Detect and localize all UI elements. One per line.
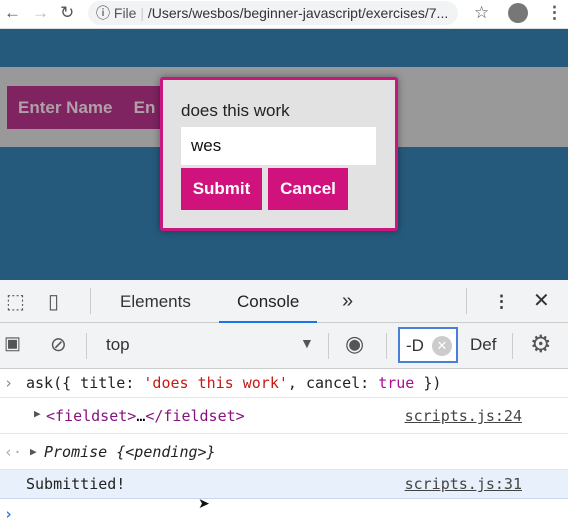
source-link[interactable]: scripts.js:24 (405, 407, 522, 425)
inspect-icon[interactable]: ⬚ (6, 289, 25, 314)
tab-console[interactable]: Console (219, 280, 318, 323)
reload-icon[interactable]: ↻ (60, 3, 74, 23)
settings-gear-icon[interactable]: ⚙ (530, 330, 552, 359)
tab-elements[interactable]: Elements (120, 280, 191, 323)
kebab-menu-icon[interactable]: ⋮ (493, 280, 510, 323)
star-icon[interactable]: ☆ (474, 3, 489, 23)
mouse-cursor-icon: ➤ (198, 495, 210, 511)
console-command: ask({ title: 'does this work', cancel: t… (26, 374, 442, 392)
info-icon: ⓘ (96, 5, 110, 21)
input-chevron-icon: › (4, 374, 14, 392)
log-levels-select[interactable]: Def (470, 335, 496, 355)
close-icon[interactable]: ✕ (533, 280, 550, 323)
file-label: File (113, 5, 137, 21)
address-bar[interactable]: ⓘ File | /Users/wesbos/beginner-javascri… (88, 1, 458, 25)
modal-title: does this work (181, 101, 290, 120)
devtools-tabbar: ⬚ ▯ Elements Console » ⋮ ✕ (0, 280, 568, 323)
avatar[interactable] (508, 3, 528, 23)
eye-icon[interactable]: ◉ (345, 331, 364, 357)
more-tabs-icon[interactable]: » (342, 280, 353, 323)
submit-button[interactable]: Submit (181, 168, 262, 210)
clear-filter-icon[interactable]: ✕ (432, 336, 452, 356)
console-input-line: › ask({ title: 'does this work', cancel:… (0, 369, 568, 398)
context-select[interactable]: top (106, 335, 130, 355)
console-log-submitted: Submittied! scripts.js:31 (0, 470, 568, 499)
console-return-line[interactable]: ‹· ▶ Promise {<pending>} (0, 434, 568, 470)
browser-toolbar: ← → ↻ ⓘ File | /Users/wesbos/beginner-ja… (0, 0, 568, 29)
return-arrow-icon: ‹· (4, 443, 23, 461)
cancel-button[interactable]: Cancel (268, 168, 348, 210)
expand-triangle-icon[interactable]: ▶ (34, 407, 41, 420)
back-icon[interactable]: ← (4, 3, 21, 23)
enter-name-button[interactable]: Enter Name (7, 86, 124, 129)
source-link[interactable]: scripts.js:31 (405, 475, 522, 493)
console-toolbar: ▣ ⊘ top ▼ ◉ -D ✕ Def ⚙ (0, 323, 568, 369)
sidebar-toggle-icon[interactable]: ▣ (4, 333, 21, 354)
modal-input[interactable] (181, 127, 376, 165)
expand-triangle-icon[interactable]: ▶ (30, 445, 37, 458)
console-log-fieldset[interactable]: ▶ <fieldset>…</fieldset> scripts.js:24 (0, 398, 568, 434)
clear-console-icon[interactable]: ⊘ (50, 332, 67, 357)
filter-input[interactable]: -D ✕ (398, 327, 458, 363)
console-prompt[interactable]: › (0, 499, 568, 532)
prompt-chevron-icon: › (4, 505, 14, 523)
menu-icon[interactable]: ⋮ (546, 3, 563, 23)
url-text: /Users/wesbos/beginner-javascript/exerci… (147, 5, 449, 21)
chevron-down-icon[interactable]: ▼ (300, 335, 314, 351)
forward-icon[interactable]: → (32, 3, 49, 23)
device-toggle-icon[interactable]: ▯ (48, 289, 59, 314)
